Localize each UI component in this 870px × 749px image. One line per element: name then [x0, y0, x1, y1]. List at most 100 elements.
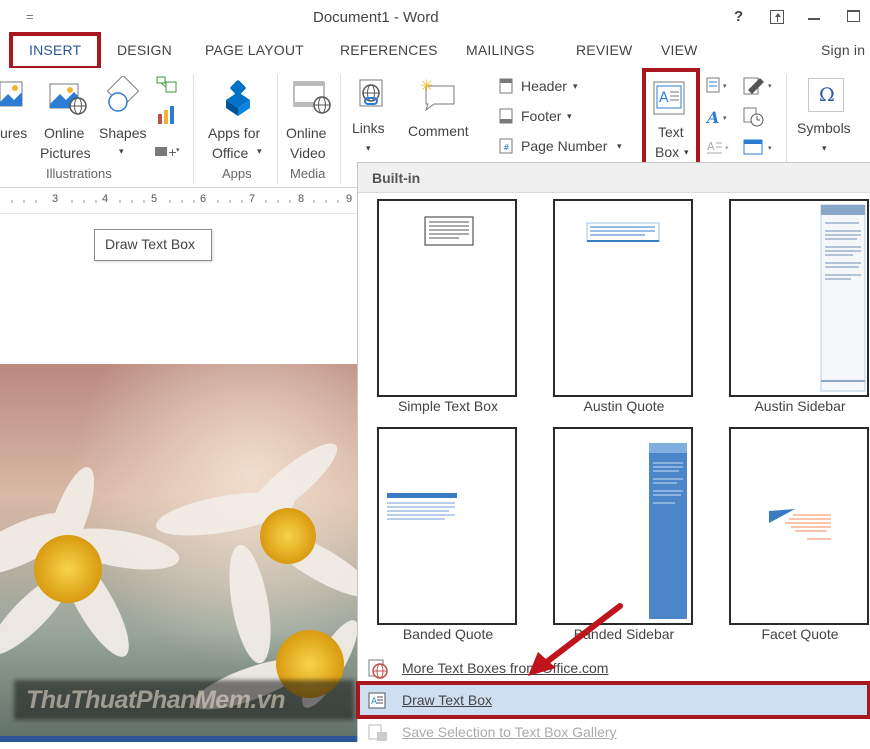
page-number-icon[interactable]: #: [499, 138, 513, 154]
shapes-icon[interactable]: [104, 74, 144, 116]
help-button[interactable]: ?: [734, 8, 743, 25]
austin-quote-preview: [586, 222, 660, 242]
ruler-tick-9: 9: [346, 193, 353, 205]
title-bar: = Document1 - Word ?: [0, 0, 870, 36]
page-number-dropdown-icon[interactable]: ▾: [617, 136, 622, 157]
shapes-dropdown-icon[interactable]: ▾: [119, 141, 124, 162]
tab-view[interactable]: VIEW: [661, 42, 698, 58]
online-video-icon[interactable]: [292, 78, 332, 116]
symbols-label[interactable]: Symbols: [797, 118, 851, 139]
links-label[interactable]: Links: [352, 118, 385, 139]
gallery-item-simple-text-box[interactable]: [377, 199, 517, 397]
tab-references[interactable]: REFERENCES: [340, 42, 438, 58]
tab-mailings[interactable]: MAILINGS: [466, 42, 535, 58]
text-box-highlight: [642, 68, 700, 166]
austin-sidebar-preview: [820, 204, 866, 392]
maximize-icon[interactable]: [847, 10, 860, 22]
svg-text:▾: ▾: [725, 144, 729, 152]
ruler-tick-3: 3: [52, 193, 59, 205]
drop-cap-icon[interactable]: A ▾: [706, 138, 732, 156]
signature-line-icon[interactable]: ▾: [742, 76, 778, 96]
gallery-item-austin-quote[interactable]: [553, 199, 693, 397]
ruler-tick-5: 5: [151, 193, 158, 205]
online-pictures-label-2[interactable]: Pictures: [40, 143, 91, 164]
pictures-icon[interactable]: [0, 78, 24, 110]
date-time-icon[interactable]: [742, 106, 766, 128]
online-pictures-label-1[interactable]: Online: [44, 123, 84, 144]
group-separator: [277, 74, 278, 184]
gallery-header-label: Built-in: [372, 170, 421, 186]
header-label[interactable]: Header: [521, 76, 567, 97]
insert-tab-highlight: [9, 32, 101, 70]
gallery-item-facet-quote[interactable]: [729, 427, 869, 625]
apps-for-office-label-1[interactable]: Apps for: [208, 123, 260, 144]
ribbon-display-options-icon[interactable]: [770, 10, 784, 24]
omega-glyph: Ω: [819, 84, 835, 106]
quick-parts-icon[interactable]: ▾: [706, 76, 732, 94]
comment-label[interactable]: Comment: [408, 121, 469, 142]
menu-save-selection-label: Save Selection to Text Box Gallery: [402, 724, 617, 740]
gallery-caption-austin-sidebar: Austin Sidebar: [754, 398, 846, 414]
svg-text:▾: ▾: [723, 82, 727, 90]
svg-text:A: A: [706, 108, 719, 126]
page-number-label[interactable]: Page Number: [521, 136, 607, 157]
smartart-icon[interactable]: [156, 76, 178, 94]
watermark-text: ThuThuatPhanMem.vn: [26, 686, 286, 714]
ruler-tick-7: 7: [249, 193, 256, 205]
screenshot-icon[interactable]: + ▾: [154, 144, 182, 159]
draw-text-box-tooltip: Draw Text Box: [94, 229, 212, 261]
gallery-caption-facet-quote: Facet Quote: [761, 626, 839, 642]
quick-access-toolbar[interactable]: =: [26, 9, 34, 24]
links-dropdown-icon[interactable]: ▾: [366, 138, 371, 159]
svg-text:▾: ▾: [723, 114, 727, 122]
gallery-item-banded-quote[interactable]: [377, 427, 517, 625]
symbols-icon[interactable]: Ω: [808, 78, 844, 112]
apps-for-office-label-2[interactable]: Office: [212, 143, 248, 164]
online-video-label-2[interactable]: Video: [290, 143, 326, 164]
ribbon-tabs: INSERT DESIGN PAGE LAYOUT REFERENCES MAI…: [0, 32, 870, 70]
svg-text:#: #: [503, 143, 510, 152]
horizontal-ruler: 3 4 5 6 7 8 9: [0, 188, 358, 214]
group-separator: [340, 74, 341, 184]
status-strip: [0, 736, 358, 742]
tab-design[interactable]: DESIGN: [117, 42, 172, 58]
svg-text:▾: ▾: [768, 82, 772, 90]
header-icon[interactable]: [499, 78, 513, 94]
links-icon[interactable]: [358, 78, 384, 108]
apps-dropdown-icon[interactable]: ▾: [257, 141, 262, 162]
footer-label[interactable]: Footer: [521, 106, 561, 127]
object-icon[interactable]: ▾: [742, 138, 778, 158]
sign-in-link[interactable]: Sign in: [821, 42, 865, 58]
gallery-item-austin-sidebar[interactable]: [729, 199, 869, 397]
minimize-icon[interactable]: [808, 18, 820, 20]
wordart-icon[interactable]: A ▾: [705, 108, 732, 127]
chart-icon[interactable]: [156, 106, 178, 124]
menu-save-selection[interactable]: Save Selection to Text Box Gallery: [358, 717, 870, 749]
gallery-caption-simple-text-box: Simple Text Box: [397, 398, 499, 414]
group-separator: [193, 74, 194, 184]
footer-icon[interactable]: [499, 108, 513, 124]
apps-for-office-icon[interactable]: [220, 80, 256, 116]
document-photo[interactable]: ThuThuatPhanMem.vn: [0, 364, 358, 742]
gallery-item-banded-sidebar[interactable]: [553, 427, 693, 625]
pictures-label[interactable]: ures: [0, 123, 27, 144]
tab-page-layout[interactable]: PAGE LAYOUT: [205, 42, 304, 58]
tab-review[interactable]: REVIEW: [576, 42, 632, 58]
online-video-label-1[interactable]: Online: [286, 123, 326, 144]
online-pictures-icon[interactable]: [48, 80, 88, 116]
comment-icon[interactable]: ✳: [420, 76, 458, 112]
group-apps: Apps: [222, 166, 252, 181]
save-selection-icon: [368, 724, 388, 742]
gallery-caption-austin-quote: Austin Quote: [583, 398, 665, 414]
ruler-tick-4: 4: [102, 193, 109, 205]
svg-text:A: A: [707, 140, 715, 153]
symbols-dropdown-icon[interactable]: ▾: [822, 138, 827, 159]
annotation-arrow: [528, 603, 623, 676]
svg-text:✳: ✳: [420, 78, 433, 95]
ruler-tick-8: 8: [298, 193, 305, 205]
header-dropdown-icon[interactable]: ▾: [573, 76, 578, 97]
banded-quote-preview: [387, 493, 457, 520]
footer-dropdown-icon[interactable]: ▾: [567, 106, 572, 127]
svg-text:▾: ▾: [176, 146, 180, 154]
group-illustrations: Illustrations: [46, 166, 112, 181]
